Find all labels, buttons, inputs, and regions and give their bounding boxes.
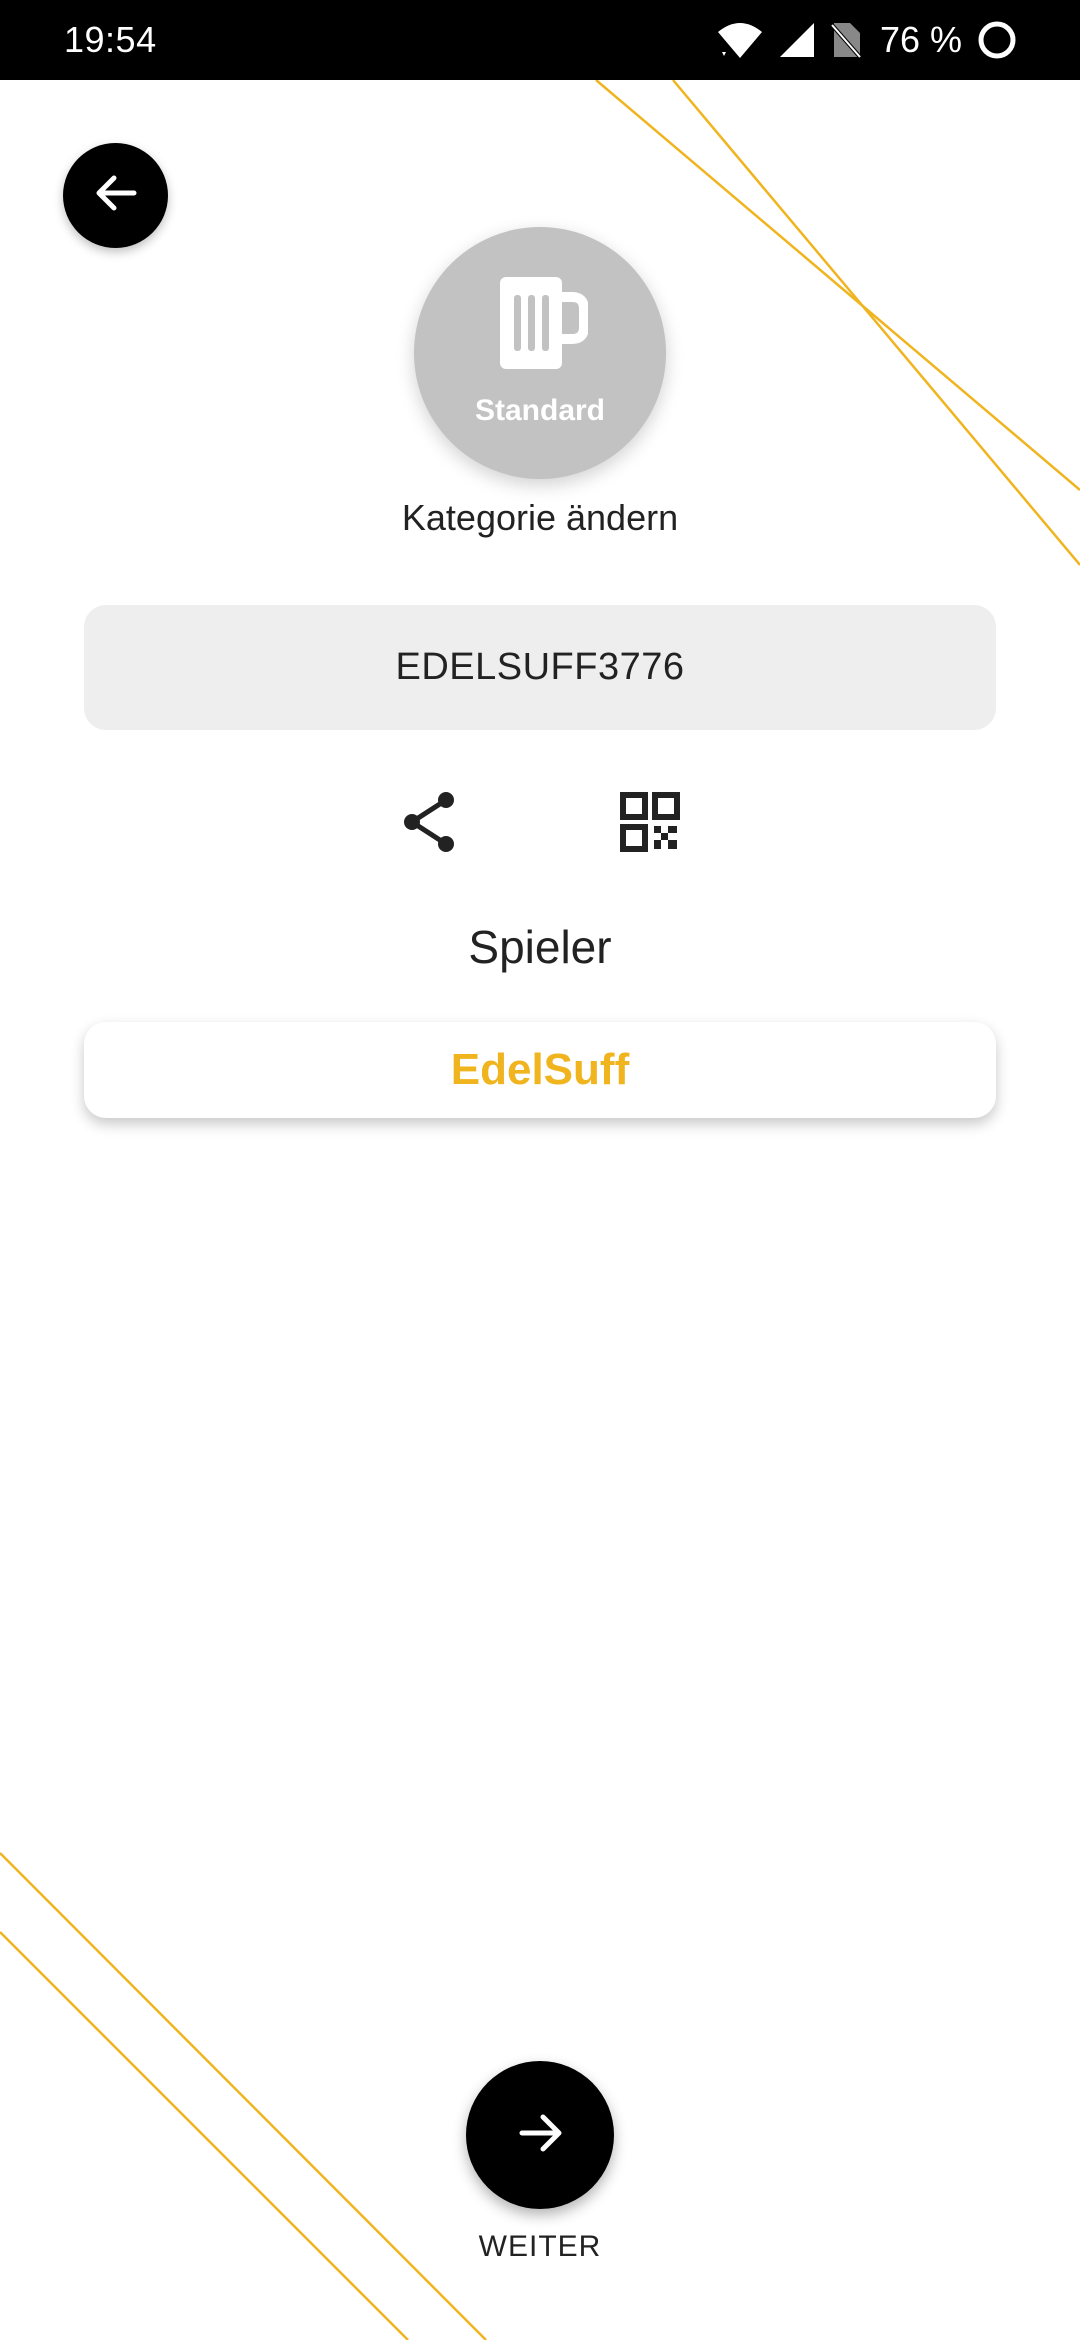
next-button[interactable] xyxy=(466,2061,614,2209)
player-name: EdelSuff xyxy=(450,1045,630,1094)
deco-line-top-1 xyxy=(595,79,1080,491)
status-time: 19:54 xyxy=(64,19,157,60)
arrow-right-icon xyxy=(516,2109,564,2162)
player-card[interactable]: EdelSuff xyxy=(84,1022,996,1118)
category-button[interactable]: Standard xyxy=(414,227,666,479)
deco-line-bottom-1 xyxy=(0,1852,487,2340)
change-category-link[interactable]: Kategorie ändern xyxy=(0,497,1080,539)
status-bar: 19:54 76 % xyxy=(0,0,1080,80)
game-code-field[interactable]: EDELSUFF3776 xyxy=(84,605,996,730)
game-code-text: EDELSUFF3776 xyxy=(395,646,685,688)
status-icons: 76 % xyxy=(716,19,1018,61)
beer-mug-icon xyxy=(492,275,589,376)
category-label: Standard xyxy=(474,394,606,427)
qr-code-icon xyxy=(620,791,680,857)
back-button[interactable] xyxy=(63,143,168,248)
cell-signal-icon xyxy=(778,21,816,59)
share-button[interactable] xyxy=(396,790,464,858)
share-icon xyxy=(398,790,462,859)
screen: 19:54 76 % Standard Kategorie ändern EDE… xyxy=(0,0,1080,2340)
qr-code-button[interactable] xyxy=(616,790,684,858)
wifi-icon xyxy=(716,20,764,60)
players-heading: Spieler xyxy=(468,921,612,973)
deco-line-top-2 xyxy=(672,79,1080,566)
battery-ring-icon xyxy=(976,19,1018,61)
next-label: WEITER xyxy=(478,2230,602,2263)
deco-line-bottom-2 xyxy=(0,1931,409,2340)
battery-percent: 76 % xyxy=(879,19,962,60)
arrow-left-icon xyxy=(94,171,138,220)
no-sim-icon xyxy=(830,21,862,59)
